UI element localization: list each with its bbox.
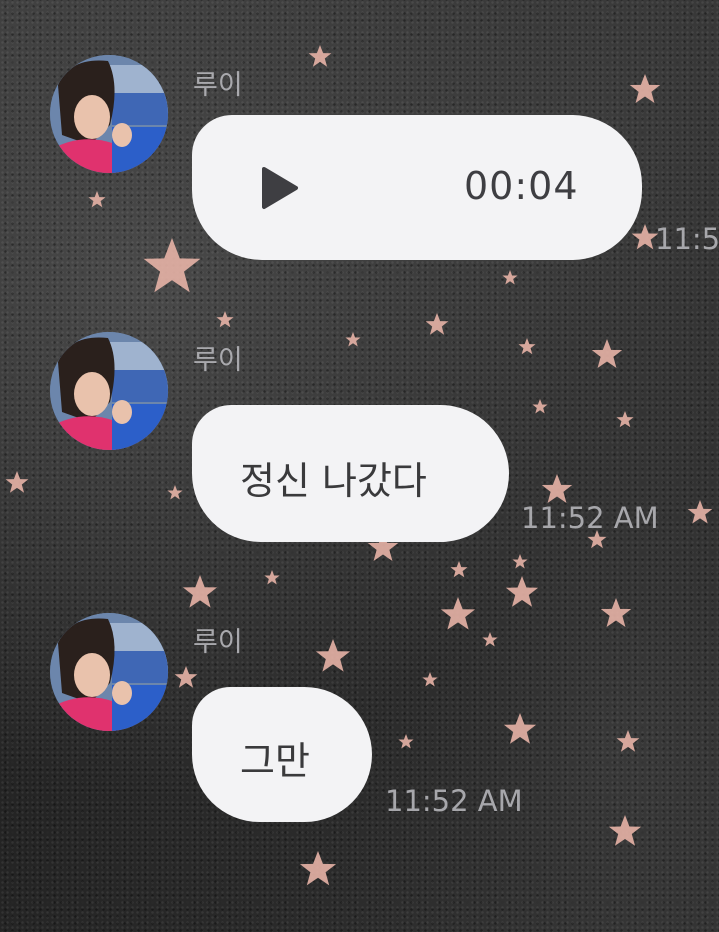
message-text: 그만 [240, 739, 310, 783]
avatar[interactable] [50, 55, 168, 173]
sender-name: 루이 [193, 345, 243, 376]
voice-message-bubble[interactable]: 00:04 [192, 115, 642, 260]
message-timestamp: 11:5 [655, 222, 719, 256]
avatar[interactable] [50, 332, 168, 450]
voice-duration: 00:04 [464, 164, 579, 208]
message-text: 정신 나갔다 [240, 459, 427, 503]
text-message-bubble[interactable]: 그만 [192, 687, 372, 822]
message-timestamp: 11:52 AM [385, 784, 523, 818]
sender-name: 루이 [193, 627, 243, 658]
sender-name: 루이 [193, 70, 243, 101]
play-icon[interactable] [260, 166, 300, 210]
avatar[interactable] [50, 613, 168, 731]
message-timestamp: 11:52 AM [521, 501, 659, 535]
text-message-bubble[interactable]: 정신 나갔다 [192, 405, 509, 542]
